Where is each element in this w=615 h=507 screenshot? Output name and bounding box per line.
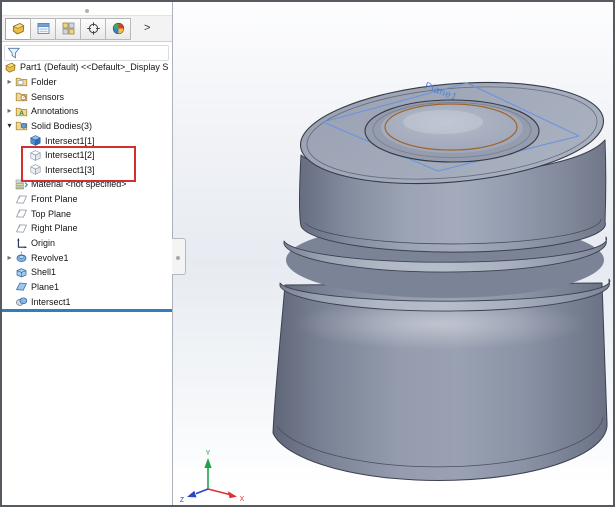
tree-item-part1-default-default-display-s[interactable]: Part1 (Default) <<Default>_Display S bbox=[2, 60, 172, 75]
expand-arrow-icon[interactable]: ▸ bbox=[4, 107, 15, 115]
tree-item-sensors[interactable]: Sensors bbox=[2, 89, 172, 104]
plane-outline-icon bbox=[15, 207, 28, 220]
triad-y-arrow-icon bbox=[204, 458, 211, 468]
tree-item-label: Plane1 bbox=[31, 282, 59, 292]
featuremanager-design-tree-tab[interactable] bbox=[5, 18, 31, 40]
tree-item-label: Folder bbox=[31, 77, 57, 87]
expand-arrow-icon[interactable]: ▾ bbox=[4, 122, 15, 130]
panel-splitter-handle[interactable] bbox=[85, 9, 89, 13]
tree-item-label: Intersect1[2] bbox=[45, 150, 95, 160]
triad-z-arrow-icon bbox=[187, 491, 197, 498]
tree-item-label: Part1 (Default) <<Default>_Display S bbox=[20, 62, 168, 72]
tree-filter-row bbox=[4, 45, 169, 61]
configurationmanager-tab[interactable] bbox=[55, 18, 81, 40]
plane-outline-icon bbox=[15, 222, 28, 235]
body-cube-outline-icon bbox=[29, 149, 42, 162]
tree-item-label: Sensors bbox=[31, 92, 64, 102]
tree-item-plane1[interactable]: Plane1 bbox=[2, 280, 172, 295]
svg-text:A: A bbox=[19, 110, 24, 117]
tree-item-label: Top Plane bbox=[31, 209, 71, 219]
tree-item-label: Intersect1 bbox=[31, 297, 71, 307]
expand-arrow-icon[interactable]: ▸ bbox=[4, 78, 15, 86]
sensors-folder-icon bbox=[15, 90, 28, 103]
rollback-bar[interactable] bbox=[2, 309, 172, 312]
tree-item-label: Annotations bbox=[31, 106, 79, 116]
tree-item-front-plane[interactable]: Front Plane bbox=[2, 192, 172, 207]
part-geometry[interactable]: Plane1 bbox=[273, 71, 610, 481]
triad-x-label: X bbox=[240, 496, 245, 503]
tree-item-label: Material <not specified> bbox=[31, 179, 127, 189]
annotations-folder-icon: A bbox=[15, 105, 28, 118]
tree-item-folder[interactable]: ▸ Folder bbox=[2, 75, 172, 90]
plane-filled-icon bbox=[15, 280, 28, 293]
displaymanager-tab[interactable] bbox=[105, 18, 131, 40]
panel-splitter-tab[interactable] bbox=[172, 238, 186, 275]
tree-item-revolve1[interactable]: ▸ Revolve1 bbox=[2, 250, 172, 265]
plane-outline-icon bbox=[15, 193, 28, 206]
solid-bodies-folder-icon bbox=[15, 119, 28, 132]
dimxpertmanager-tab[interactable] bbox=[80, 18, 106, 40]
body-cube-solid-icon bbox=[29, 134, 42, 147]
tree-item-label: Origin bbox=[31, 238, 55, 248]
origin-icon bbox=[15, 237, 28, 250]
tree-item-intersect1-3[interactable]: Intersect1[3] bbox=[2, 162, 172, 177]
revolve-icon bbox=[15, 251, 28, 264]
triad-z-axis bbox=[196, 489, 208, 494]
material-icon bbox=[15, 178, 28, 191]
solidworks-window: > Part1 (Default) <<Default>_Display S ▸ F… bbox=[0, 0, 615, 507]
tree-item-label: Shell1 bbox=[31, 267, 56, 277]
scene-3d: Plane1 Y X Z bbox=[173, 2, 613, 505]
tree-item-label: Solid Bodies(3) bbox=[31, 121, 92, 131]
graphics-viewport[interactable]: Plane1 Y X Z bbox=[173, 2, 613, 505]
tree-item-label: Front Plane bbox=[31, 194, 78, 204]
tree-item-top-plane[interactable]: Top Plane bbox=[2, 206, 172, 221]
tree-item-label: Right Plane bbox=[31, 223, 78, 233]
tree-item-material-not-specified[interactable]: Material <not specified> bbox=[2, 177, 172, 192]
part-icon bbox=[4, 61, 17, 74]
intersect-icon bbox=[15, 295, 28, 308]
tree-item-intersect1-1[interactable]: Intersect1[1] bbox=[2, 133, 172, 148]
feature-tree: Part1 (Default) <<Default>_Display S ▸ Fol… bbox=[2, 60, 172, 309]
tree-item-intersect1[interactable]: Intersect1 bbox=[2, 294, 172, 309]
tree-item-origin[interactable]: Origin bbox=[2, 236, 172, 251]
tree-item-intersect1-2[interactable]: Intersect1[2] bbox=[2, 148, 172, 163]
tree-item-label: Intersect1[3] bbox=[45, 165, 95, 175]
splitter-dot-icon bbox=[176, 256, 180, 260]
triad-z-label: Z bbox=[180, 497, 185, 504]
body-cube-outline-icon bbox=[29, 163, 42, 176]
panel-tab-bar: > bbox=[2, 15, 172, 42]
dome-highlight bbox=[403, 110, 483, 134]
featuremanager-panel: > Part1 (Default) <<Default>_Display S ▸ F… bbox=[2, 2, 173, 505]
filter-funnel-icon[interactable] bbox=[7, 46, 21, 60]
folder-icon bbox=[15, 75, 28, 88]
tree-item-label: Revolve1 bbox=[31, 253, 69, 263]
tree-item-shell1[interactable]: Shell1 bbox=[2, 265, 172, 280]
propertymanager-tab[interactable] bbox=[30, 18, 56, 40]
shell-icon bbox=[15, 266, 28, 279]
triad-y-label: Y bbox=[206, 450, 211, 457]
tab-overflow[interactable]: > bbox=[144, 23, 150, 34]
triad-x-axis bbox=[208, 489, 229, 494]
tree-item-label: Intersect1[1] bbox=[45, 136, 95, 146]
tree-item-annotations[interactable]: ▸ A Annotations bbox=[2, 104, 172, 119]
tree-item-right-plane[interactable]: Right Plane bbox=[2, 221, 172, 236]
triad-x-arrow-icon bbox=[228, 491, 237, 498]
tree-item-solid-bodies-3[interactable]: ▾ Solid Bodies(3) bbox=[2, 119, 172, 134]
expand-arrow-icon[interactable]: ▸ bbox=[4, 254, 15, 262]
orientation-triad: Y X Z bbox=[180, 450, 245, 504]
